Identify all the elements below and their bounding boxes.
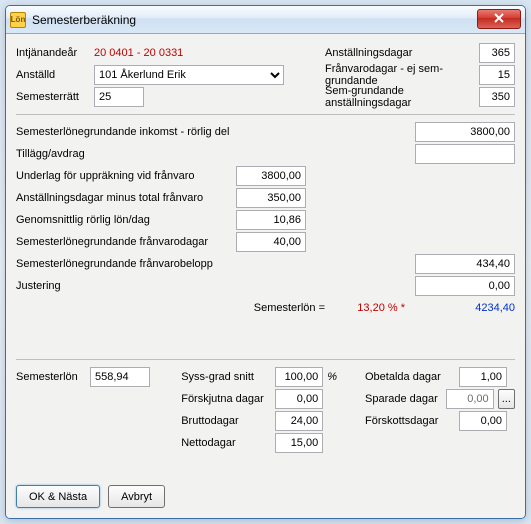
sum-value: 4234,40: [415, 302, 515, 314]
franvarodagar-input[interactable]: [479, 65, 515, 85]
sum-label: Semesterlön =: [254, 302, 325, 314]
semgrundande-label: Sem-grundande anställningsdagar: [325, 85, 479, 109]
app-window: Lön Semesterberäkning Intjänandeår 20 04…: [5, 5, 526, 519]
syssgrad-unit: %: [327, 371, 337, 383]
nettodagar-input[interactable]: [275, 433, 323, 453]
bruttodagar-input[interactable]: [275, 411, 323, 431]
anstalld-label: Anställd: [16, 69, 94, 81]
close-button[interactable]: [477, 9, 521, 29]
forskjutna-input[interactable]: [275, 389, 323, 409]
mid-r3-label: Underlag för uppräkning vid frånvaro: [16, 170, 236, 182]
semesterlon-label: Semesterlön: [16, 371, 86, 383]
syssgrad-input[interactable]: [275, 367, 323, 387]
sparade-label: Sparade dagar: [365, 393, 442, 405]
mid-r5-label: Genomsnittlig rörlig lön/dag: [16, 214, 236, 226]
semesterlon-input[interactable]: [90, 367, 150, 387]
divider-1: [16, 114, 515, 115]
mid-r1-input[interactable]: [415, 122, 515, 142]
sparade-ellipsis-button[interactable]: ...: [498, 389, 515, 409]
forskjutna-label: Förskjutna dagar: [181, 393, 271, 405]
sparade-input: [446, 389, 494, 409]
mid-r6-input[interactable]: [236, 232, 306, 252]
mid-r7-label: Semesterlönegrundande frånvarobelopp: [16, 258, 213, 270]
anstalld-select[interactable]: 101 Åkerlund Erik: [94, 65, 284, 85]
intjanandear-label: Intjänandeår: [16, 47, 94, 59]
obetalda-label: Obetalda dagar: [365, 371, 455, 383]
mid-r8-input[interactable]: [415, 276, 515, 296]
mid-r1-label: Semesterlönegrundande inkomst - rörlig d…: [16, 126, 229, 138]
forskotts-label: Förskottsdagar: [365, 415, 455, 427]
mid-r5-input[interactable]: [236, 210, 306, 230]
close-icon: [494, 13, 504, 26]
ok-nasta-button[interactable]: OK & Nästa: [16, 485, 100, 508]
mid-r2-label: Tillägg/avdrag: [16, 148, 85, 160]
mid-r2-input[interactable]: [415, 144, 515, 164]
bruttodagar-label: Bruttodagar: [181, 415, 271, 427]
mid-r4-label: Anställningsdagar minus total frånvaro: [16, 192, 236, 204]
anstallningsdagar-input[interactable]: [479, 43, 515, 63]
client-area: Intjänandeår 20 0401 - 20 0331 Anställd …: [6, 34, 525, 518]
divider-2: [16, 359, 515, 360]
anstallningsdagar-label: Anställningsdagar: [325, 47, 479, 59]
obetalda-input[interactable]: [459, 367, 507, 387]
nettodagar-label: Nettodagar: [181, 437, 271, 449]
semgrundande-input[interactable]: [479, 87, 515, 107]
franvarodagar-label: Frånvarodagar - ej sem-grundande: [325, 63, 479, 87]
semesterratt-label: Semesterrätt: [16, 91, 94, 103]
titlebar: Lön Semesterberäkning: [6, 6, 525, 34]
mid-r3-input[interactable]: [236, 166, 306, 186]
sum-pct: 13,20 % *: [335, 302, 405, 314]
forskotts-input[interactable]: [459, 411, 507, 431]
mid-r6-label: Semesterlönegrundande frånvarodagar: [16, 236, 236, 248]
intjanandear-value: 20 0401 - 20 0331: [94, 47, 183, 59]
mid-r7-input[interactable]: [415, 254, 515, 274]
mid-r8-label: Justering: [16, 280, 61, 292]
syssgrad-label: Syss-grad snitt: [181, 371, 271, 383]
semesterratt-input[interactable]: [94, 87, 144, 107]
mid-r4-input[interactable]: [236, 188, 306, 208]
avbryt-button[interactable]: Avbryt: [108, 485, 165, 508]
app-icon: Lön: [10, 12, 26, 28]
window-title: Semesterberäkning: [32, 13, 136, 27]
